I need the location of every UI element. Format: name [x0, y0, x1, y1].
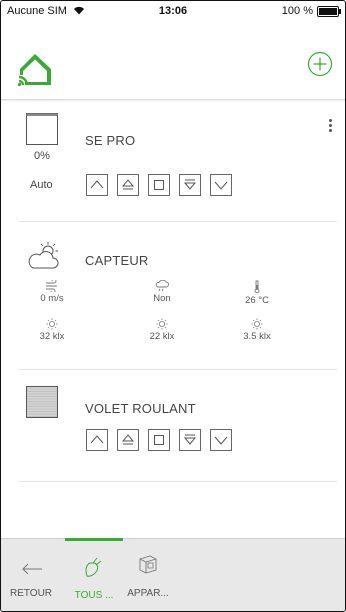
device-name: SE PRO — [85, 133, 136, 148]
close-button[interactable] — [210, 174, 232, 196]
sensor-light: 22 klx — [127, 318, 197, 342]
sensor-wind: 0 m/s — [17, 280, 87, 304]
sun-icon — [251, 318, 263, 330]
sensor-value: 0 m/s — [40, 293, 64, 304]
blind-icon — [26, 113, 58, 145]
open-button[interactable] — [86, 174, 108, 196]
tab-devices[interactable]: APPAR... — [123, 539, 173, 611]
battery-icon — [317, 5, 341, 17]
divider — [19, 369, 337, 370]
stop-button[interactable] — [148, 174, 170, 196]
step-down-button[interactable] — [179, 174, 201, 196]
sun-icon — [156, 318, 168, 330]
step-up-button[interactable] — [117, 174, 139, 196]
plug-icon — [85, 557, 102, 577]
devices-box-icon — [139, 555, 157, 574]
step-up-button[interactable] — [117, 429, 139, 451]
device-mode: Auto — [30, 179, 53, 191]
thermometer-icon — [254, 280, 260, 294]
sensor-value: 22 klx — [149, 331, 175, 342]
lower-icon — [183, 434, 197, 445]
home-wifi-icon — [17, 54, 51, 87]
divider — [19, 481, 337, 482]
sensor-light: 3.5 klx — [222, 318, 292, 342]
battery-label: 100 % — [281, 5, 313, 17]
tab-label: APPAR... — [127, 588, 169, 599]
tab-label: TOUS ... — [74, 590, 114, 601]
rain-icon — [155, 280, 169, 292]
sensor-value: 32 klx — [39, 331, 65, 342]
step-down-button[interactable] — [179, 429, 201, 451]
stop-icon — [154, 435, 164, 445]
sensor-temperature: 26 °C — [222, 280, 292, 306]
sensor-value: 3.5 klx — [243, 331, 271, 342]
tab-label: RETOUR — [9, 588, 53, 599]
sensor-value: 26 °C — [245, 295, 269, 306]
arrow-up-icon — [90, 180, 104, 189]
divider — [19, 221, 337, 222]
tab-all[interactable]: TOUS ... — [65, 538, 123, 611]
app-header — [1, 21, 345, 100]
bottom-tab-bar: RETOUR TOUS ... APPAR... — [1, 538, 345, 611]
arrow-left-icon — [22, 563, 42, 575]
device-name: CAPTEUR — [85, 253, 149, 268]
battery-group: 100 % — [281, 5, 341, 17]
sensor-rain: Non — [127, 280, 197, 304]
wind-icon — [46, 280, 57, 292]
device-position: 0% — [34, 150, 50, 162]
device-name: VOLET ROULANT — [85, 401, 196, 416]
weather-icon — [28, 242, 59, 269]
device-list: SE PRO 0% Auto CAPTEUR 0 m/s Non 26 °C 3… — [1, 100, 345, 540]
sensor-value: Non — [153, 293, 171, 304]
arrow-down-icon — [214, 436, 228, 445]
raise-icon — [121, 434, 135, 445]
status-bar: Aucune SIM 13:06 100 % — [1, 1, 345, 21]
sensor-light: 32 klx — [17, 318, 87, 342]
sun-icon — [46, 318, 58, 330]
stop-icon — [154, 180, 164, 190]
add-button[interactable] — [307, 51, 333, 77]
roller-shutter-icon — [26, 386, 58, 418]
stop-button[interactable] — [148, 429, 170, 451]
app-frame: Aucune SIM 13:06 100 % SE PRO 0% Auto CA… — [0, 0, 346, 612]
raise-icon — [121, 179, 135, 190]
arrow-up-icon — [90, 435, 104, 444]
more-options-icon[interactable] — [325, 117, 335, 133]
arrow-down-icon — [214, 181, 228, 190]
tab-back[interactable]: RETOUR — [1, 539, 61, 611]
close-button[interactable] — [210, 429, 232, 451]
open-button[interactable] — [86, 429, 108, 451]
lower-icon — [183, 179, 197, 190]
